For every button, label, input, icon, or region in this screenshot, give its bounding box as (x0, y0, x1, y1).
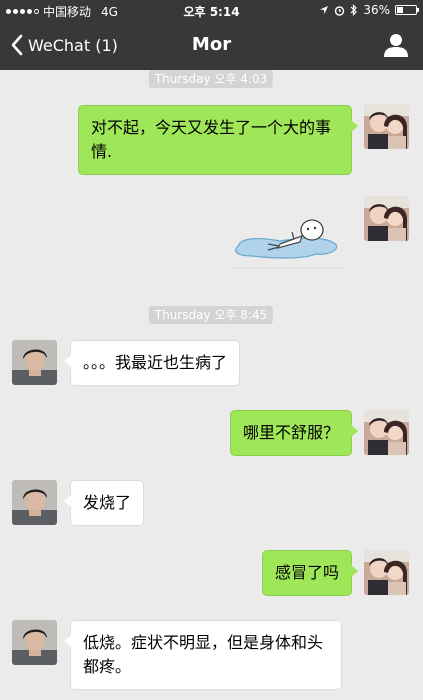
profile-icon[interactable] (383, 32, 409, 58)
couple-photo-icon (364, 410, 409, 455)
contact-avatar[interactable] (12, 620, 57, 665)
contact-photo-icon (12, 480, 57, 525)
contact-avatar[interactable] (12, 340, 57, 385)
contact-photo-icon (12, 620, 57, 665)
my-avatar[interactable] (364, 104, 409, 149)
contact-photo-icon (12, 340, 57, 385)
message-received[interactable]: 。。。我最近也生病了 (63, 340, 241, 386)
status-indicators: 36% (319, 3, 419, 17)
message-received[interactable]: 发烧了 (63, 480, 145, 526)
couple-photo-icon (364, 196, 409, 241)
chevron-left-icon (11, 34, 23, 56)
message-list[interactable]: Thursday 오후 4:03 对不起，今天又发生了一个大的事情. Thurs… (0, 70, 423, 700)
my-avatar[interactable] (364, 410, 409, 455)
back-button[interactable]: WeChat (1) (10, 20, 118, 70)
my-avatar[interactable] (364, 196, 409, 241)
timestamp-divider: Thursday 오후 4:03 (148, 70, 274, 88)
couple-photo-icon (364, 550, 409, 595)
sticker-collapsed-figure[interactable] (230, 208, 345, 270)
bluetooth-icon (350, 4, 358, 16)
timestamp-divider: Thursday 오후 8:45 (148, 306, 274, 324)
my-avatar[interactable] (364, 550, 409, 595)
battery-icon (395, 5, 419, 15)
alarm-icon (335, 5, 345, 16)
battery-percent: 36% (363, 3, 390, 17)
couple-photo-icon (364, 104, 409, 149)
location-icon (320, 6, 329, 14)
status-bar: 中国移动 4G 오후 5:14 36% (0, 0, 423, 20)
message-sent[interactable]: 哪里不舒服？ (229, 410, 359, 456)
message-sent[interactable]: 感冒了吗 (261, 550, 359, 596)
chat-header: WeChat (1) Mor (0, 20, 423, 70)
contact-avatar[interactable] (12, 480, 57, 525)
back-button-label: WeChat (1) (28, 35, 118, 55)
message-received[interactable]: 低烧。症状不明显，但是身体和头都疼。 (64, 620, 342, 690)
message-sent[interactable]: 对不起，今天又发生了一个大的事情. (78, 105, 358, 175)
